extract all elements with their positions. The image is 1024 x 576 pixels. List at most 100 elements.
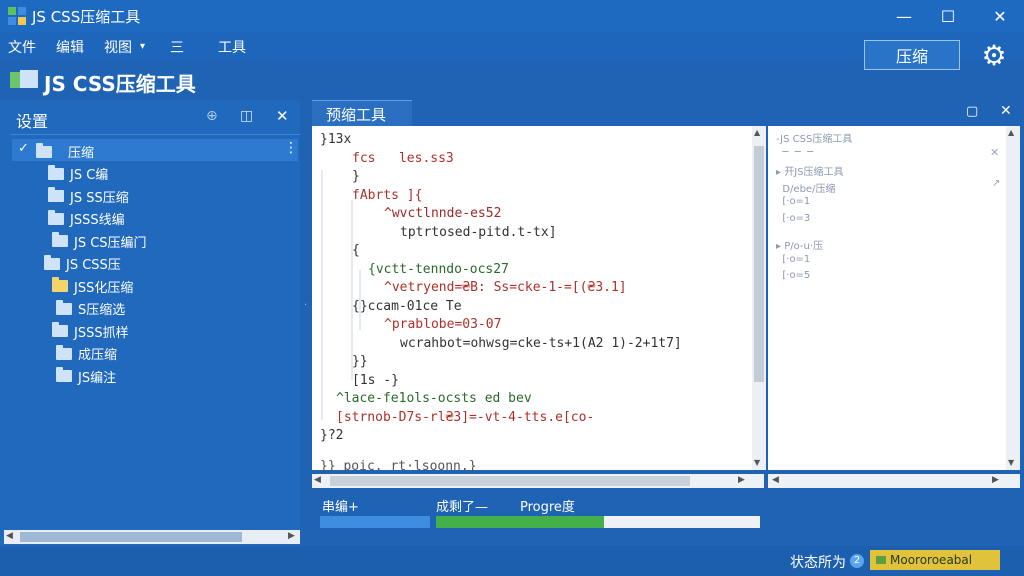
scrollbar-thumb[interactable]	[330, 476, 690, 486]
folder-open-icon	[10, 70, 38, 88]
tree-item[interactable]: S压缩选	[56, 299, 125, 318]
scroll-left-icon[interactable]: ◀	[6, 531, 13, 541]
pane-close-icon[interactable]: ✕	[1000, 103, 1012, 119]
window-title: JS CSS压缩工具	[32, 8, 141, 26]
scroll-down-icon[interactable]: ▼	[1008, 458, 1014, 467]
grip-icon[interactable]: ⋮	[284, 140, 298, 156]
output-vscrollbar[interactable]	[1006, 126, 1020, 470]
expand-icon[interactable]: ✓	[18, 141, 29, 156]
tree-item-label: JS CSS压	[66, 258, 121, 273]
restore-pane-icon[interactable]: ▢	[966, 104, 978, 119]
panel-close-icon[interactable]: ✕	[276, 107, 289, 125]
menu-three[interactable]: 三	[170, 37, 184, 57]
folder-icon	[36, 142, 52, 158]
tree-item[interactable]: JS SS压缩	[48, 187, 129, 206]
output-line: [·o=1	[776, 196, 811, 207]
code-line: }} poic. rt·lsoonn.}	[320, 458, 477, 474]
folder-icon	[48, 187, 64, 202]
tree-item-label: JS CS压编门	[74, 235, 147, 251]
maximize-button[interactable]: ☐	[928, 4, 968, 28]
folder-icon	[56, 367, 72, 382]
output-close-icon[interactable]: ✕	[990, 146, 999, 159]
tree-item[interactable]: 成压缩	[56, 344, 117, 363]
tree-item-label: JSSS线编	[70, 213, 125, 228]
scroll-right-icon[interactable]: ▶	[288, 531, 295, 541]
code-line: ^prablobe=03-07	[384, 317, 502, 332]
tree-root[interactable]: 压缩	[36, 142, 94, 161]
menu-edit[interactable]: 编辑	[56, 37, 84, 57]
scroll-down-icon[interactable]: ▼	[754, 458, 760, 467]
tree-item-label: S压缩选	[78, 303, 126, 318]
output-line: [·o=5	[776, 270, 811, 281]
splitter-handle[interactable]: ·	[304, 300, 307, 311]
scroll-right-icon[interactable]: ▶	[992, 475, 999, 485]
folder-icon	[48, 209, 64, 225]
settings-panel	[0, 100, 300, 546]
progress-bar-2	[436, 516, 760, 528]
output-line: ▸ 开JS压缩工具	[776, 167, 844, 178]
output-line: -JS CSS压缩工具	[776, 134, 853, 145]
page-title: JS CSS压缩工具	[44, 72, 196, 96]
tree-item-label: JSSS抓样	[74, 325, 129, 341]
progress-label-2: 成剩了—	[436, 500, 489, 515]
folder-icon	[52, 277, 68, 292]
output-line: [·o=1	[776, 253, 811, 265]
dock-icon[interactable]: ◫	[240, 108, 253, 124]
close-button[interactable]: ✕	[980, 4, 1020, 28]
code-line: ^wvctlnnde-es52	[384, 206, 502, 221]
folder-icon	[52, 322, 68, 337]
tree-item-label: JS编注	[78, 370, 117, 386]
tree-item-label: JSS化压缩	[74, 280, 134, 296]
folder-icon	[44, 254, 60, 270]
scroll-right-icon[interactable]: ▶	[738, 475, 745, 485]
folder-icon	[56, 344, 72, 360]
menu-tools[interactable]: 工具	[218, 37, 246, 57]
tree-item[interactable]: JSS化压缩	[52, 277, 133, 296]
scroll-left-icon[interactable]: ◀	[772, 475, 779, 485]
output-line: D/ebe/压缩	[776, 183, 836, 195]
folder-icon	[52, 232, 68, 247]
title-bar	[0, 0, 1024, 32]
output-line: ─ ─ ─	[776, 146, 814, 158]
progress-label-3: Progre度	[520, 500, 575, 515]
output-hscrollbar[interactable]	[768, 474, 1020, 488]
divider	[10, 134, 300, 135]
menu-view[interactable]: 视图	[104, 37, 132, 57]
status-icon	[876, 556, 886, 564]
output-line: [·o=3	[776, 212, 811, 224]
scroll-up-icon[interactable]: ▲	[754, 128, 760, 137]
menu-file[interactable]: 文件	[8, 37, 36, 57]
progress-label-1: 串编+	[322, 500, 359, 515]
tree-item-label: 成压缩	[78, 348, 118, 363]
minimize-button[interactable]: —	[884, 4, 924, 28]
chevron-down-icon[interactable]: ▾	[140, 41, 145, 52]
app-icon	[8, 7, 26, 25]
code-line: tptrtosed-pitd.t-tx]	[400, 224, 557, 240]
scrollbar-thumb[interactable]	[20, 532, 242, 542]
folder-icon	[48, 164, 64, 180]
tree-root-label: 压缩	[68, 146, 95, 161]
compress-button[interactable]: 压缩	[864, 40, 960, 70]
status-badge: 2	[850, 554, 864, 568]
tree-item[interactable]: JS编注	[56, 367, 116, 386]
panel-title: 设置	[16, 112, 49, 131]
tree-item[interactable]: JSSS抓样	[52, 322, 129, 341]
arrow-icon[interactable]: ↗	[992, 178, 1000, 189]
status-label: 状态所为	[790, 555, 846, 571]
tree-item-label: JS C编	[70, 168, 109, 183]
tree-item[interactable]: JSSS线编	[48, 209, 125, 228]
tree-item[interactable]: JS CS压编门	[52, 232, 147, 251]
gear-icon[interactable]: ⚙	[980, 42, 1008, 70]
tree-item[interactable]: JS CSS压	[44, 254, 121, 273]
tree-item-label: JS SS压缩	[70, 190, 129, 206]
status-text: Moororoeabal	[890, 553, 973, 567]
scroll-up-icon[interactable]: ▲	[1008, 128, 1014, 137]
folder-icon	[56, 299, 72, 315]
code-line: wcrahbot=ohwsg=cke-ts+1(A2 1)-2+1t7]	[400, 335, 682, 351]
scroll-left-icon[interactable]: ◀	[314, 475, 321, 485]
scrollbar-thumb[interactable]	[754, 146, 764, 382]
status-message[interactable]: Moororoeabal	[870, 550, 1000, 570]
indent-guides	[321, 170, 361, 420]
pin-icon[interactable]: ⊕	[206, 108, 218, 124]
tree-item[interactable]: JS C编	[48, 164, 108, 183]
